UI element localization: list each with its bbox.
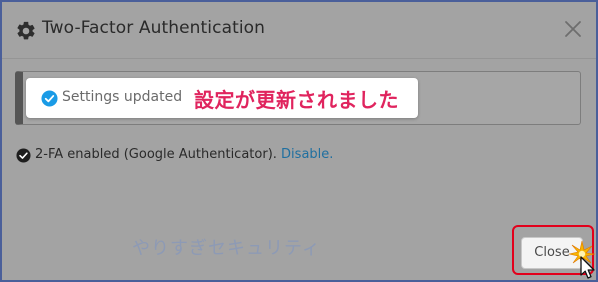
modal-title: Two-Factor Authentication [42,18,266,38]
gear-icon [17,21,35,40]
modal-overlay-frame: Two-Factor Authentication Settings updat… [0,0,598,282]
watermark-text: やりすぎセキュリティ [132,238,321,259]
close-x-icon[interactable] [560,16,586,42]
twofa-status-label: 2-FA enabled (Google Authenticator). [35,147,277,162]
check-circle-icon [16,148,31,163]
toast-annotation: 設定が更新されました [194,88,399,112]
toast-notification: Settings updated 設定が更新されました [26,78,418,118]
modal-header: Two-Factor Authentication [2,2,596,59]
check-circle-icon [41,90,58,107]
toast-message: Settings updated [62,89,183,105]
disable-link[interactable]: Disable. [281,147,333,162]
mouse-pointer-icon [580,256,595,279]
twofa-status-text: 2-FA enabled (Google Authenticator). Dis… [35,147,333,162]
